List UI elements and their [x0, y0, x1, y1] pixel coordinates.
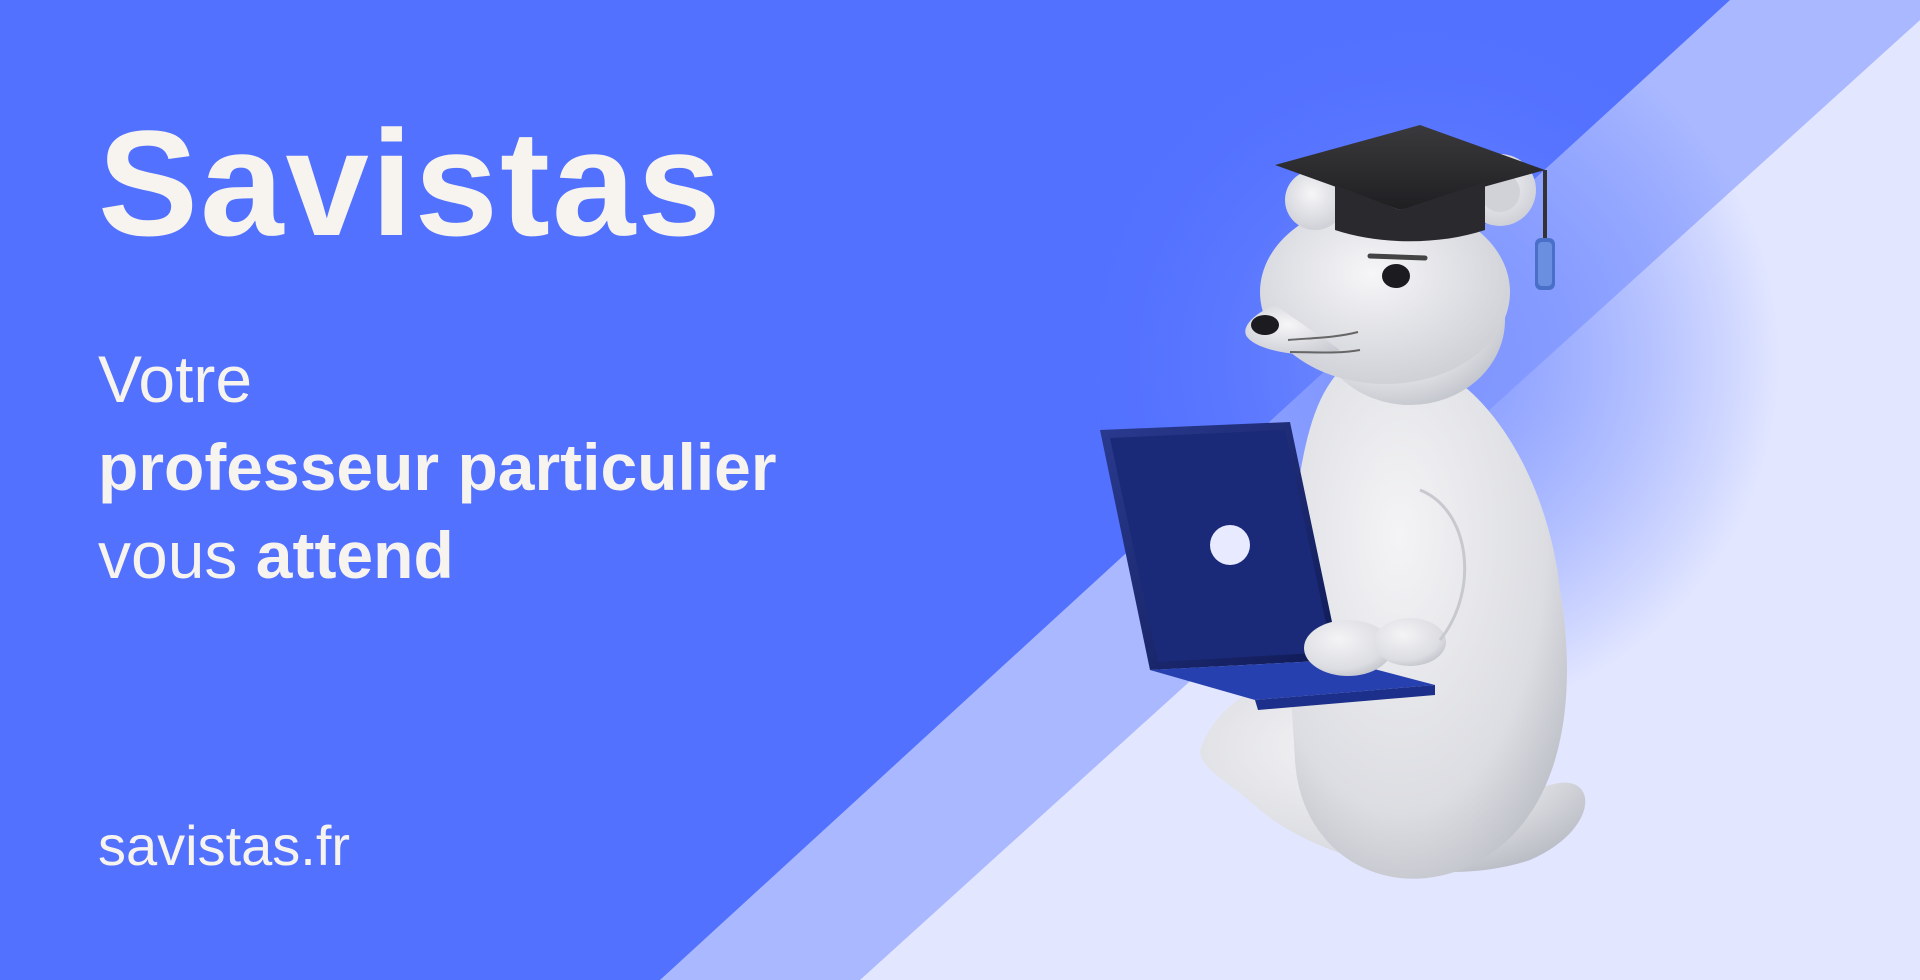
tagline: Votre professeur particulier vous attend: [98, 335, 777, 599]
ermine-graduate-with-laptop-icon: [1100, 125, 1586, 879]
tagline-line-3-light: vous: [98, 518, 238, 592]
tagline-line-1: Votre: [98, 342, 253, 416]
site-url: savistas.fr: [98, 814, 351, 877]
tagline-line-2: professeur particulier: [98, 430, 777, 504]
tagline-line-3-strong: attend: [255, 518, 454, 592]
tagline-line-3: vous attend: [98, 511, 777, 599]
banner: Savistas Votre professeur particulier vo…: [0, 0, 1920, 980]
brand-title: Savistas: [98, 99, 723, 267]
